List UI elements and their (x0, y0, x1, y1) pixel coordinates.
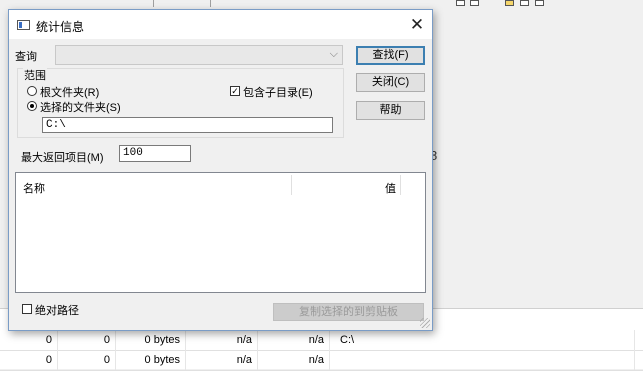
table-cell: n/a (258, 350, 330, 370)
toolbar-icon[interactable] (535, 0, 544, 6)
close-icon[interactable]: ✕ (407, 15, 427, 35)
toolbar-icon[interactable] (520, 0, 529, 6)
query-combobox[interactable]: ⌵ (55, 45, 343, 65)
max-results-label: 最大返回项目(M) (21, 152, 104, 164)
find-button[interactable]: 查找(F) (356, 46, 425, 65)
table-cell: C:\ (335, 330, 635, 350)
table-cell: n/a (258, 330, 330, 350)
table-cell: 0 bytes (116, 330, 186, 350)
dialog-titlebar[interactable]: 统计信息 ✕ (9, 10, 432, 39)
query-label: 查询 (15, 51, 37, 63)
path-input[interactable]: C:\ (42, 117, 333, 133)
toolbar-separator (153, 0, 154, 7)
absolute-path-label[interactable]: 绝对路径 (35, 302, 79, 318)
absolute-path-checkbox[interactable] (22, 304, 32, 314)
root-folder-radio[interactable] (27, 86, 37, 96)
toolbar-separator (210, 0, 211, 7)
selected-folder-label[interactable]: 选择的文件夹(S) (40, 99, 121, 115)
background-toolbar (0, 0, 643, 8)
table-cell (335, 350, 635, 370)
copy-to-clipboard-button[interactable]: 复制选择的到剪贴板 (273, 303, 424, 321)
help-button[interactable]: 帮助 (356, 101, 425, 120)
selected-folder-radio[interactable] (27, 101, 37, 111)
table-row[interactable]: 0 0 0 bytes n/a n/a C:\ (0, 330, 643, 351)
scope-label: 范围 (23, 67, 47, 83)
table-cell: n/a (186, 330, 258, 350)
chevron-down-icon[interactable]: ⌵ (330, 48, 338, 61)
column-divider[interactable] (400, 175, 401, 195)
column-header-value[interactable]: 值 (385, 180, 396, 196)
table-cell: n/a (186, 350, 258, 370)
toolbar-icon[interactable] (456, 0, 465, 6)
column-header-name[interactable]: 名称 (23, 180, 45, 196)
root-folder-label[interactable]: 根文件夹(R) (40, 84, 99, 100)
close-button[interactable]: 关闭(C) (356, 73, 425, 92)
resize-grip[interactable] (420, 318, 430, 328)
include-subdirs-checkbox[interactable]: ✓ (230, 86, 240, 96)
table-cell: 0 bytes (116, 350, 186, 370)
table-cell: 0 (0, 350, 58, 370)
toolbar-icon[interactable] (470, 0, 479, 6)
window-icon (17, 20, 30, 30)
results-list[interactable]: 名称 值 (15, 172, 426, 293)
dialog-title: 统计信息 (36, 20, 85, 34)
include-subdirs-label[interactable]: 包含子目录(E) (243, 84, 313, 100)
column-divider[interactable] (291, 175, 292, 195)
table-cell: 0 (58, 350, 116, 370)
table-cell: 0 (58, 330, 116, 350)
max-results-input[interactable]: 100 (119, 145, 191, 162)
list-header: 名称 值 (16, 173, 425, 197)
folder-icon[interactable] (505, 0, 514, 6)
table-cell: 0 (0, 330, 58, 350)
statistics-dialog: 统计信息 ✕ 查询 ⌵ 查找(F) 关闭(C) 帮助 范围 根文件夹(R) ✓ … (8, 9, 433, 331)
